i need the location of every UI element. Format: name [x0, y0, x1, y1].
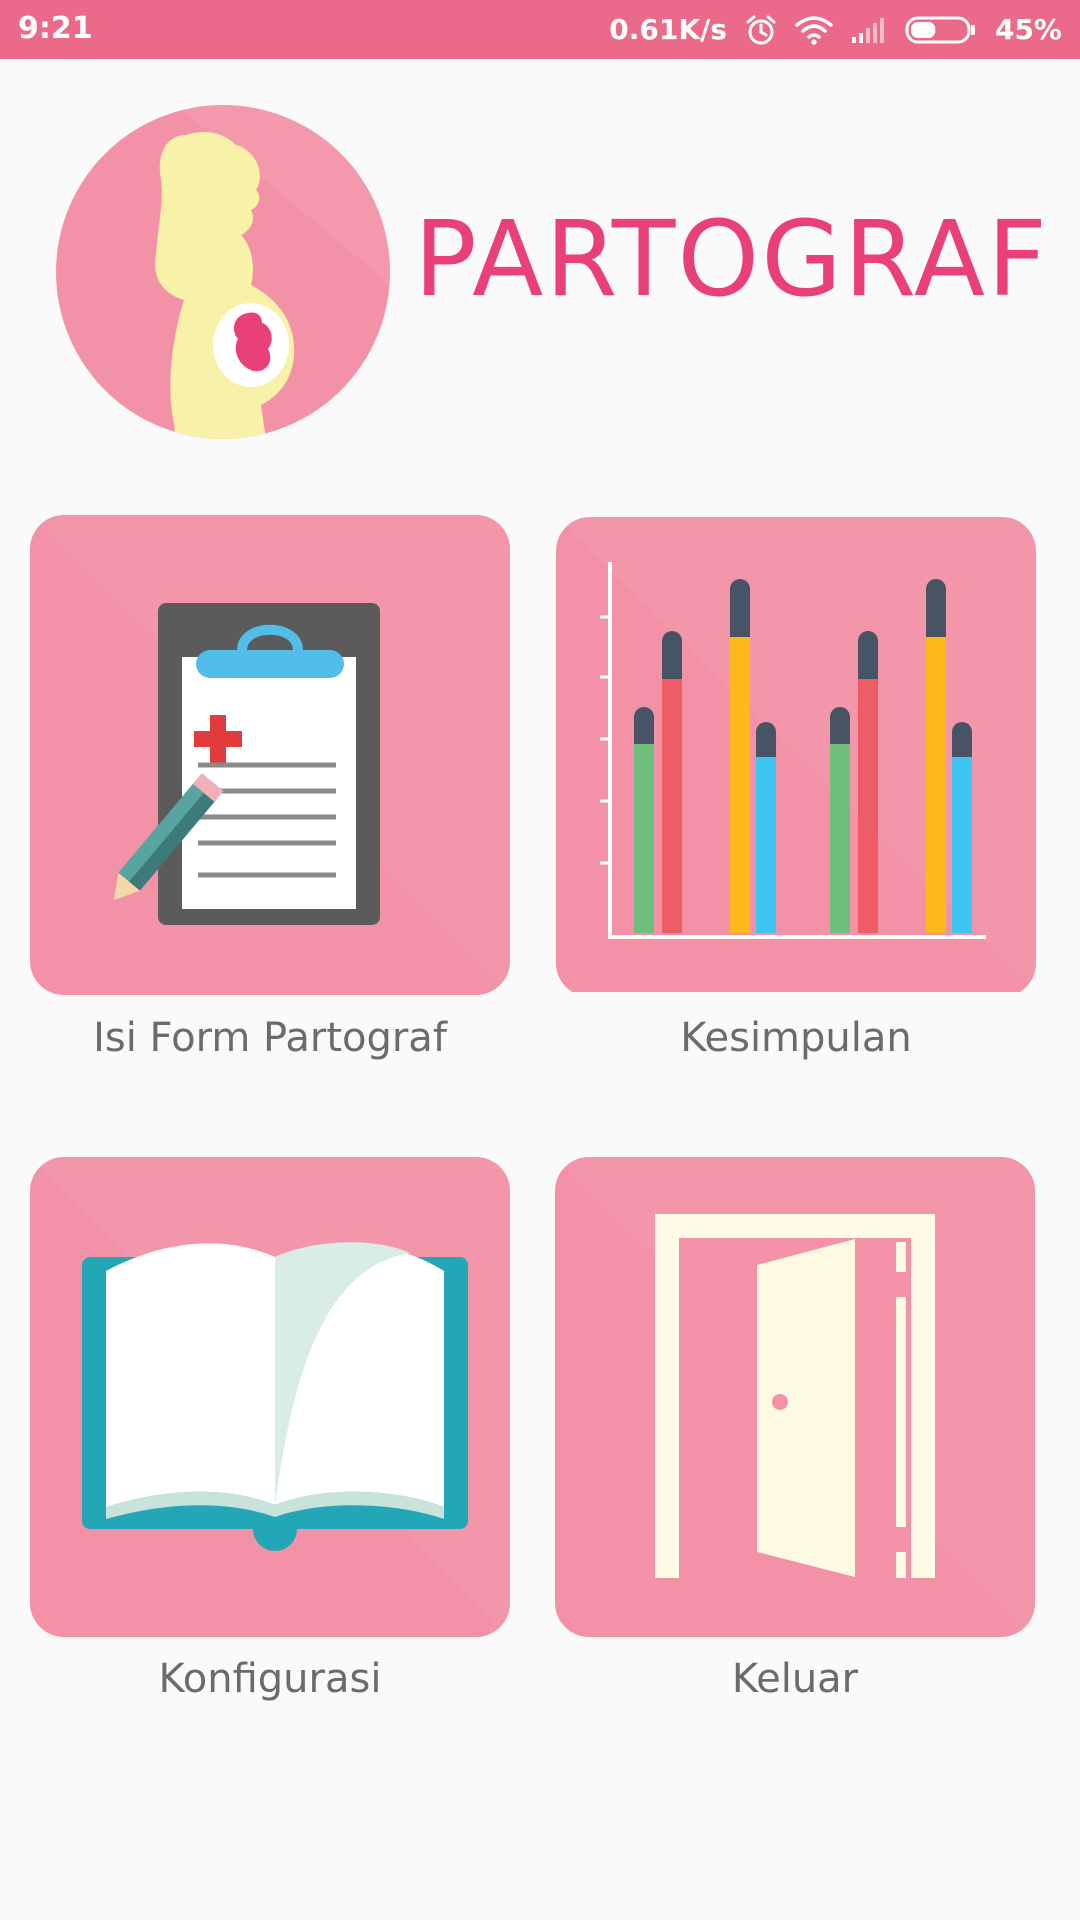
menu-label-konfigurasi[interactable]: Konfigurasi: [0, 1656, 540, 1702]
app-title: PARTOGRAF: [414, 198, 1049, 320]
open-book-icon: [82, 1242, 468, 1551]
status-bar: 9:21 0.61K/s 45%: [0, 0, 1080, 59]
door-icon: [655, 1214, 935, 1578]
battery-percent: 45%: [994, 13, 1062, 46]
menu-label-isi-form-partograf[interactable]: Isi Form Partograf: [0, 1015, 540, 1061]
menu-tile-isi-form-partograf[interactable]: [30, 515, 510, 995]
menu-tile-konfigurasi[interactable]: [30, 1157, 510, 1637]
menu-label-keluar[interactable]: Keluar: [525, 1656, 1065, 1702]
alarm-icon: [745, 14, 777, 46]
wifi-icon: [795, 15, 833, 45]
battery-icon: [905, 15, 977, 45]
signal-icon: [851, 16, 887, 44]
status-time: 9:21: [18, 11, 93, 46]
menu-label-kesimpulan[interactable]: Kesimpulan: [526, 1015, 1066, 1061]
app-logo: [56, 105, 390, 439]
menu-tile-keluar[interactable]: [555, 1157, 1035, 1637]
status-indicators: 0.61K/s 45%: [609, 0, 1062, 59]
menu-tile-kesimpulan[interactable]: [556, 517, 1036, 997]
pregnant-woman-icon: [56, 105, 390, 439]
network-speed: 0.61K/s: [609, 13, 727, 46]
